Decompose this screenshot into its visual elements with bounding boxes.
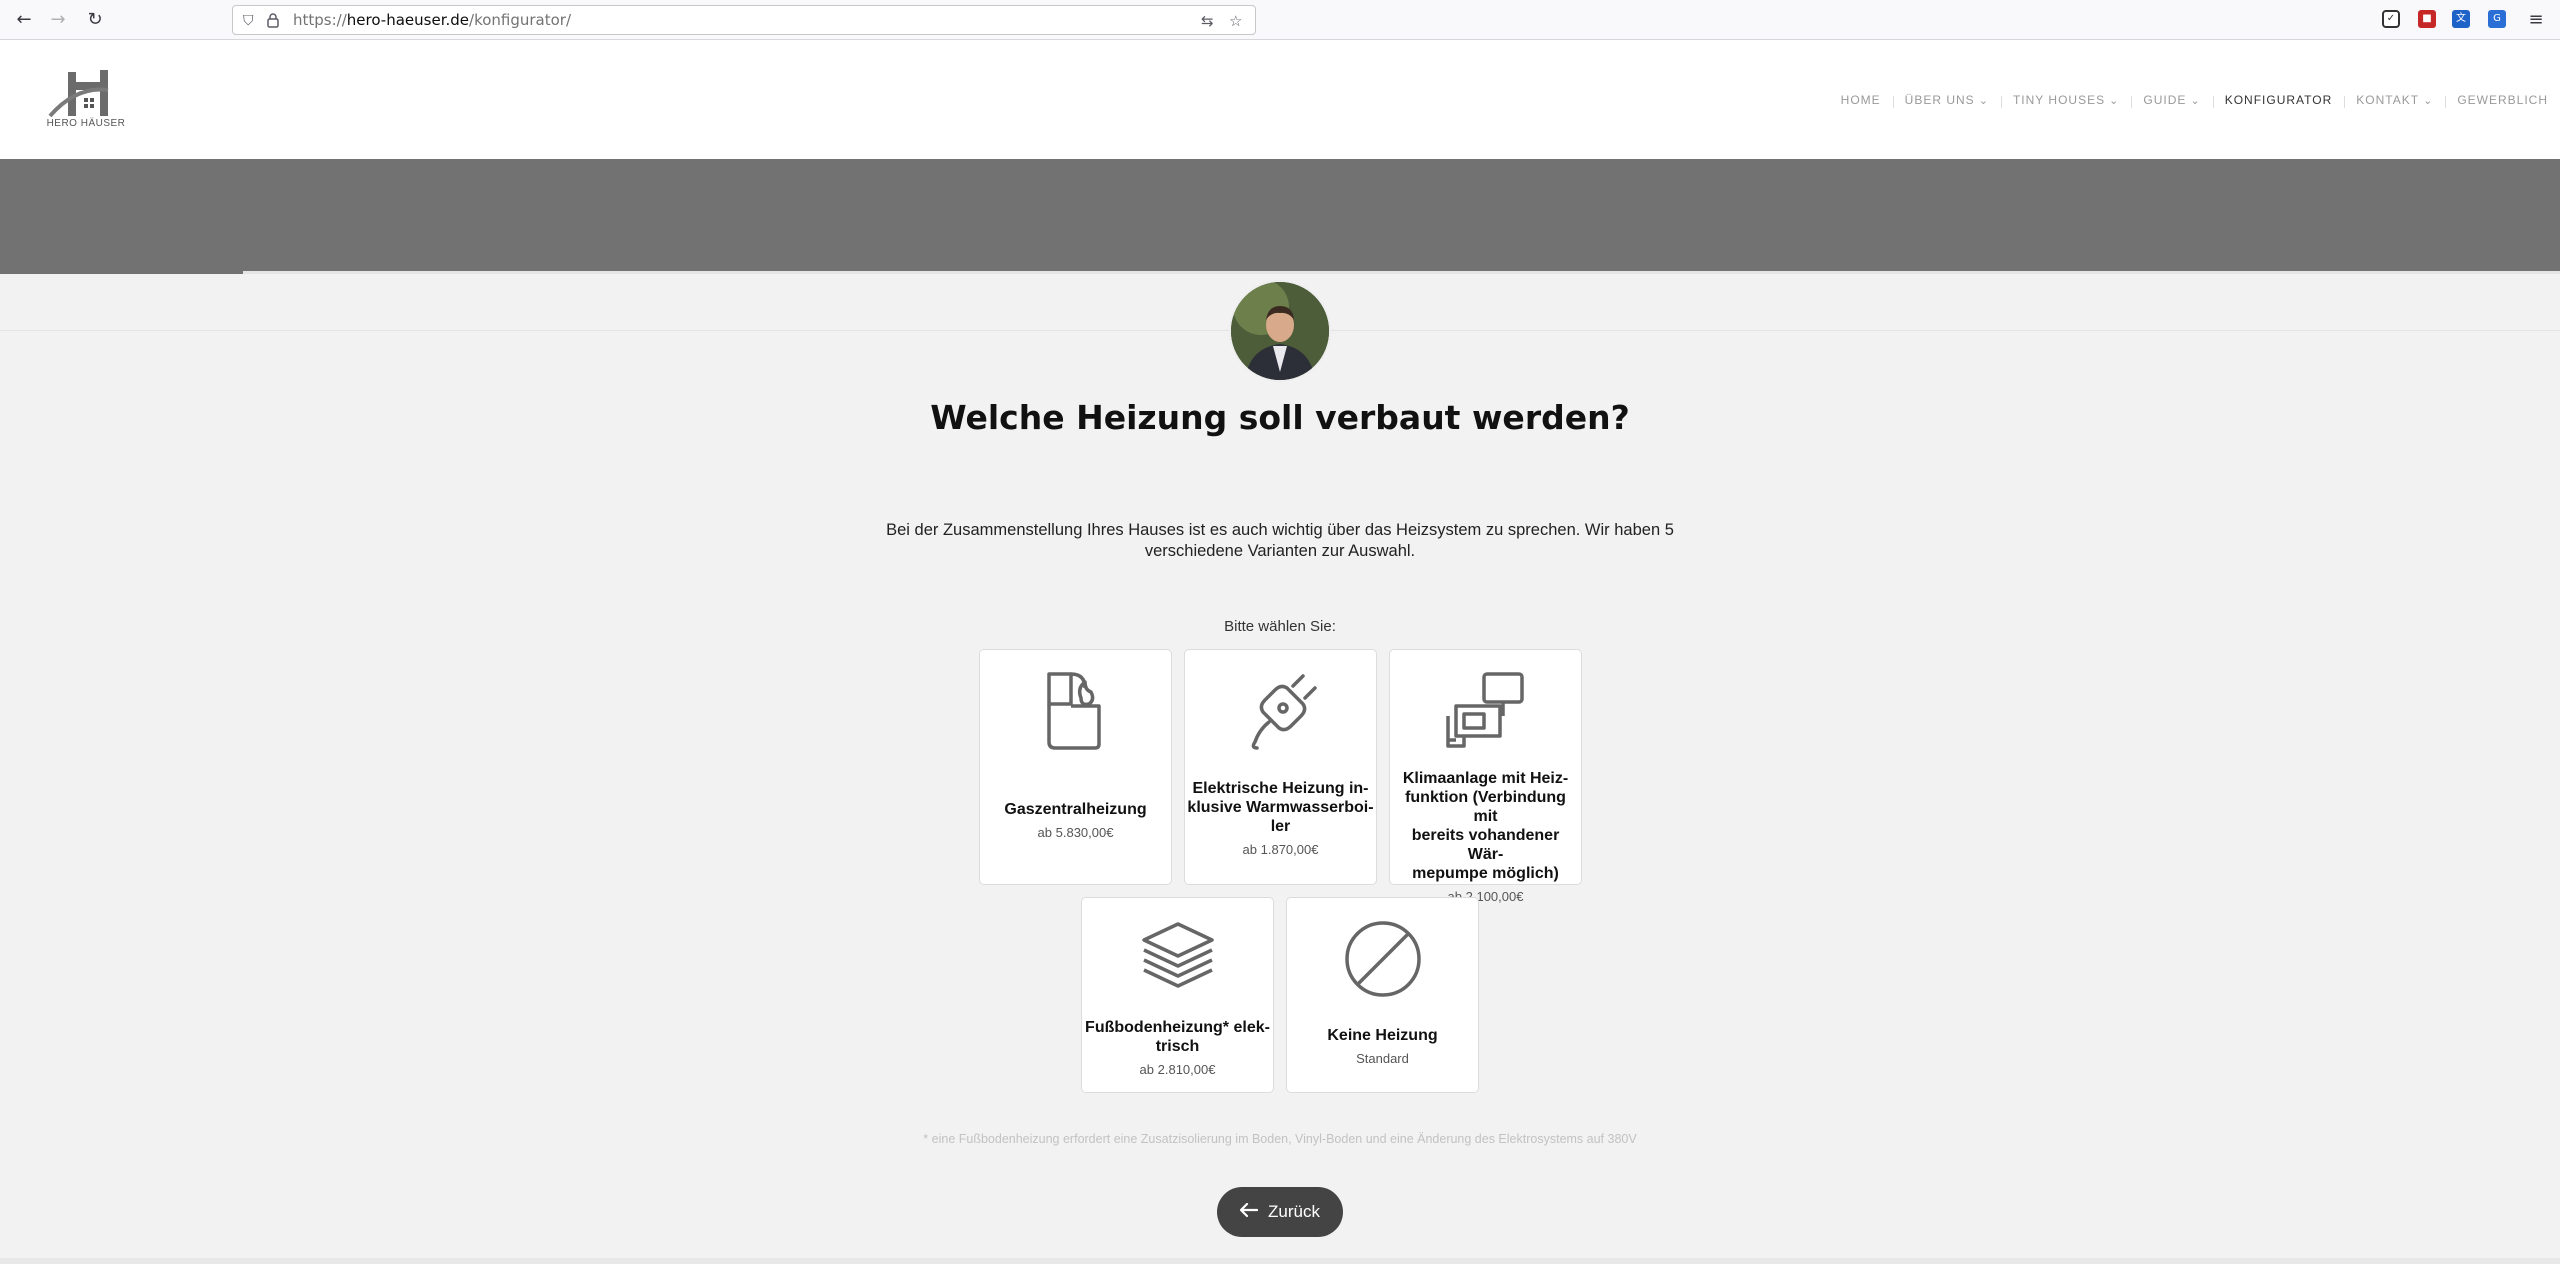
nav-item-home[interactable]: HOME: [1829, 93, 1893, 107]
nav-item-konfigurator[interactable]: KONFIGURATOR: [2212, 92, 2345, 108]
pocket-icon[interactable]: ✓: [2382, 10, 2400, 28]
logo[interactable]: HERO HÄUSER: [46, 66, 126, 134]
chevron-down-icon: ⌄: [1974, 94, 1989, 107]
translate-icon[interactable]: ⇆: [1201, 12, 1214, 30]
nav-item-über-uns[interactable]: ÜBER UNS ⌄: [1892, 92, 2001, 108]
back-button[interactable]: Zurück: [1217, 1187, 1343, 1237]
site-header: HERO HÄUSER HOME ÜBER UNS ⌄ TINY HOUSES ⌄ G…: [0, 40, 2560, 159]
progress-fill: [0, 271, 244, 274]
nav-item-tiny-houses[interactable]: TINY HOUSES ⌄: [2000, 92, 2131, 108]
shield-icon[interactable]: ⛉: [243, 13, 254, 29]
nav-item-label: GEWERBLICH: [2457, 92, 2548, 107]
option-price: ab 1.870,00€: [1242, 842, 1319, 857]
option-label: Klimaanlage mit Heiz- funktion (Verbindu…: [1402, 770, 1569, 882]
option-price: ab 5.830,00€: [1037, 825, 1114, 840]
extension-translate-icon[interactable]: 文: [2452, 10, 2470, 28]
option-card-gaszentralheizung[interactable]: Gaszentralheizung ab 5.830,00€: [979, 649, 1172, 885]
arrow-left-icon: [1239, 1202, 1259, 1222]
extension-red-icon[interactable]: ■: [2418, 10, 2436, 28]
nav-item-label: HOME: [1840, 92, 1881, 107]
option-price: Standard: [1356, 1051, 1409, 1066]
address-bar[interactable]: ⛉ https://hero-haeuser.de/konfigurator/ …: [232, 5, 1256, 35]
extension-language-icon[interactable]: G: [2488, 10, 2506, 28]
bookmark-star-icon[interactable]: ☆: [1229, 12, 1242, 30]
chevron-down-icon: ⌄: [2105, 94, 2120, 107]
option-card-elektrische-heizung[interactable]: Elektrische Heizung in- klusive Warmwass…: [1184, 649, 1377, 885]
progress-bar: [0, 271, 2560, 274]
lock-icon[interactable]: [267, 13, 279, 32]
chevron-down-icon: ⌄: [2419, 94, 2434, 107]
option-card-fussbodenheizung[interactable]: Fußbodenheizung* elek- trisch ab 2.810,0…: [1081, 897, 1274, 1093]
footnote: * eine Fußbodenheizung erfordert eine Zu…: [923, 1132, 1637, 1146]
intro-text: Bei der Zusammenstellung Ihres Hauses is…: [886, 521, 1674, 560]
chevron-down-icon: ⌄: [2186, 94, 2201, 107]
choose-label: Bitte wählen Sie:: [1224, 618, 1336, 635]
question-title: Welche Heizung soll verbaut werden?: [930, 398, 1630, 437]
option-card-klimaanlage[interactable]: Klimaanlage mit Heiz- funktion (Verbindu…: [1389, 649, 1582, 904]
back-arrow-icon[interactable]: ←: [12, 8, 36, 32]
option-label: Gaszentralheizung: [1004, 801, 1147, 818]
forward-arrow-icon[interactable]: →: [46, 8, 70, 32]
logo-text: HERO HÄUSER: [46, 118, 126, 129]
back-button-label: Zurück: [1268, 1202, 1320, 1221]
layers-icon: [1082, 920, 1273, 1004]
browser-toolbar: ← → ↻ ⛉ https://hero-haeuser.de/konfigur…: [0, 0, 2560, 40]
plug-icon: [1185, 670, 1376, 754]
air-conditioner-icon: [1390, 670, 1581, 754]
option-label: Elektrische Heizung in- klusive Warmwass…: [1187, 780, 1374, 835]
nav-item-gewerblich[interactable]: GEWERBLICH: [2445, 92, 2560, 108]
nav-item-label: GUIDE: [2143, 92, 2187, 107]
lighter-icon: [980, 670, 1171, 754]
option-card-keine-heizung[interactable]: Keine Heizung Standard: [1286, 897, 1479, 1093]
nav-item-label: KONTAKT: [2356, 92, 2420, 107]
option-label: Fußbodenheizung* elek- trisch: [1085, 1019, 1270, 1055]
main-navigation: HOME ÜBER UNS ⌄ TINY HOUSES ⌄ GUIDE ⌄ KONFIG…: [1829, 40, 2560, 159]
option-price: ab 2.810,00€: [1139, 1062, 1216, 1077]
hero-cropped-title: [1100, 159, 1500, 171]
house-logo-icon: [48, 70, 109, 118]
option-label: Keine Heizung: [1327, 1027, 1438, 1044]
nav-item-label: KONFIGURATOR: [2224, 92, 2333, 107]
nav-item-guide[interactable]: GUIDE ⌄: [2131, 92, 2212, 108]
menu-icon[interactable]: ≡: [2524, 8, 2548, 32]
url-text: https://hero-haeuser.de/konfigurator/: [293, 11, 572, 29]
nav-item-label: ÜBER UNS: [1904, 92, 1975, 107]
hero-banner: [0, 159, 2560, 271]
nav-item-kontakt[interactable]: KONTAKT ⌄: [2344, 92, 2445, 108]
none-icon: [1287, 920, 1478, 1004]
consultant-avatar: [1229, 280, 1331, 382]
reload-icon[interactable]: ↻: [83, 8, 107, 32]
nav-item-label: TINY HOUSES: [2012, 92, 2106, 107]
page-bottom-strip: [0, 1258, 2560, 1264]
